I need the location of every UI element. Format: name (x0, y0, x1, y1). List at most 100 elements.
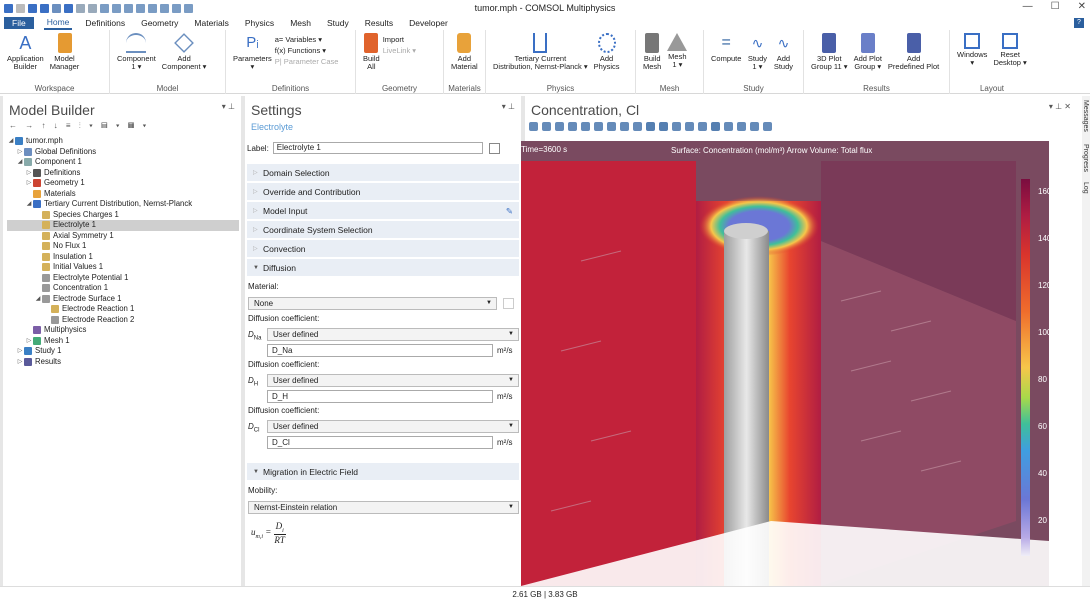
material-select[interactable]: None ▼ (248, 297, 497, 310)
delete-icon[interactable] (136, 3, 145, 13)
section-migration[interactable]: ▼ Migration in Electric Field (247, 463, 519, 481)
save-as-icon[interactable] (52, 3, 61, 13)
chart-icon[interactable] (172, 3, 181, 13)
tree-node[interactable]: ▷ Results (7, 357, 239, 368)
copy-icon[interactable] (100, 3, 109, 13)
tree-expand-icon[interactable]: ▷ (25, 168, 33, 179)
enable-icon[interactable] (148, 3, 157, 13)
tree-expand-icon[interactable]: ▷ (25, 336, 33, 347)
camera-icon[interactable] (750, 121, 759, 131)
tree-node[interactable]: ◢ Tertiary Current Distribution, Nernst-P… (7, 199, 239, 210)
tree-expand-icon[interactable]: ◢ (25, 199, 33, 210)
functions-button[interactable]: f(x) Functions ▾ (275, 46, 339, 55)
settings-section[interactable]: ▷ Convection (247, 240, 519, 258)
tree-expand-icon[interactable]: ◢ (7, 136, 15, 147)
zoom-in-icon[interactable] (529, 121, 538, 131)
lock-icon[interactable] (724, 121, 733, 131)
diffusion-option-select[interactable]: User defined ▼ (267, 374, 519, 387)
select-domain-icon[interactable] (659, 121, 668, 131)
tree-node[interactable]: Species Charges 1 (7, 210, 239, 221)
open-file-icon[interactable] (28, 3, 37, 13)
menu-mesh[interactable]: Mesh (287, 17, 314, 29)
label-field[interactable]: Electrolyte 1 (272, 142, 483, 154)
tree-node[interactable]: Materials (7, 189, 239, 200)
scene-light-icon[interactable] (737, 121, 746, 131)
tree-expand-icon[interactable]: ▷ (16, 346, 24, 357)
progress-tab[interactable]: Progress (1082, 144, 1089, 172)
model-builder-toolbar[interactable]: ← → ↑ ↓ ≡ ⫶ ▾ ▤ ▾ ▦ ▾ (9, 121, 149, 131)
import-button[interactable]: Import (383, 35, 416, 44)
tree-node[interactable]: ▷ Geometry 1 (7, 178, 239, 189)
tree-node[interactable]: ▷ Definitions (7, 168, 239, 179)
tree-node[interactable]: Electrolyte Potential 1 (7, 273, 239, 284)
view-zx-icon[interactable] (620, 121, 629, 131)
diffusion-value-field[interactable]: D_Cl (267, 436, 493, 449)
variables-button[interactable]: a= Variables ▾ (275, 35, 339, 44)
tree-node[interactable]: Electrode Reaction 2 (7, 315, 239, 326)
clear-selection-icon[interactable] (698, 121, 707, 131)
duplicate-icon[interactable] (124, 3, 133, 13)
help-button[interactable]: ? (1074, 18, 1084, 28)
model-input-pin-icon[interactable]: ✎ (506, 202, 513, 220)
diffusion-option-select[interactable]: User defined ▼ (267, 420, 519, 433)
tree-node[interactable]: No Flux 1 (7, 241, 239, 252)
close-button[interactable]: ✕ (1078, 1, 1086, 12)
parameter-case-button[interactable]: P| Parameter Case (275, 57, 339, 66)
axes-icon[interactable] (581, 121, 590, 131)
pane-menu-icon[interactable]: ▾ ⊥ (222, 102, 235, 111)
tree-expand-icon[interactable]: ▷ (16, 357, 24, 368)
disable-icon[interactable] (160, 3, 169, 13)
tree-node[interactable]: ◢ tumor.mph (7, 136, 239, 147)
transparency-icon[interactable] (711, 121, 720, 131)
log-tab[interactable]: Log (1082, 182, 1089, 194)
tree-node[interactable]: ▷ Mesh 1 (7, 336, 239, 347)
menu-definitions[interactable]: Definitions (82, 17, 128, 29)
tree-expand-icon[interactable]: ◢ (34, 294, 42, 305)
messages-tab[interactable]: Messages (1082, 100, 1089, 132)
select-box-icon[interactable] (672, 121, 681, 131)
mobility-select[interactable]: Nernst-Einstein relation ▼ (248, 501, 519, 514)
undo-icon[interactable] (76, 3, 85, 13)
new-file-icon[interactable] (16, 3, 25, 13)
graphics-canvas[interactable]: Time=3600 s Surface: Concentration (mol/… (521, 141, 1049, 586)
tree-node[interactable]: Electrolyte 1 (7, 220, 239, 231)
menu-study[interactable]: Study (324, 17, 352, 29)
tree-expand-icon[interactable]: ◢ (16, 157, 24, 168)
tree-node[interactable]: Initial Values 1 (7, 262, 239, 273)
diffusion-value-field[interactable]: D_H (267, 390, 493, 403)
maximize-button[interactable]: ☐ (1051, 1, 1060, 12)
settings-section[interactable]: ▷ Override and Contribution (247, 183, 519, 201)
tree-node[interactable]: ◢ Electrode Surface 1 (7, 294, 239, 305)
settings-section[interactable]: ▷ Coordinate System Selection (247, 221, 519, 239)
menu-physics[interactable]: Physics (242, 17, 277, 29)
pane-menu-icon[interactable]: ▾ ⊥ (502, 102, 515, 111)
label-reset-icon[interactable] (488, 142, 500, 154)
menu-home[interactable]: Home (43, 16, 73, 30)
more-icon[interactable] (184, 3, 193, 13)
diffusion-option-select[interactable]: User defined ▼ (267, 328, 519, 341)
settings-section[interactable]: ▷ Domain Selection (247, 164, 519, 182)
menu-file[interactable]: File (4, 17, 34, 29)
diffusion-value-field[interactable]: D_Na (267, 344, 493, 357)
section-diffusion[interactable]: ▼ Diffusion (247, 259, 519, 277)
zoom-out-icon[interactable] (542, 121, 551, 131)
minimize-button[interactable]: — (1023, 1, 1033, 12)
select-mode-icon[interactable] (646, 121, 655, 131)
view-xy-icon[interactable] (594, 121, 603, 131)
rotate-icon[interactable] (633, 121, 642, 131)
tree-node[interactable]: ▷ Global Definitions (7, 147, 239, 158)
pane-menu-icon[interactable]: ▾ ⊥ ✕ (1049, 102, 1071, 111)
paste-icon[interactable] (112, 3, 121, 13)
tree-node[interactable]: Concentration 1 (7, 283, 239, 294)
zoom-extents-icon[interactable] (568, 121, 577, 131)
save-icon[interactable] (40, 3, 49, 13)
tree-expand-icon[interactable]: ▷ (16, 147, 24, 158)
menu-results[interactable]: Results (362, 17, 396, 29)
tree-node[interactable]: Insulation 1 (7, 252, 239, 263)
menu-geometry[interactable]: Geometry (138, 17, 181, 29)
print-icon[interactable] (763, 121, 772, 131)
menu-developer[interactable]: Developer (406, 17, 451, 29)
tree-node[interactable]: ▷ Study 1 (7, 346, 239, 357)
tree-node[interactable]: ◢ Component 1 (7, 157, 239, 168)
zoom-box-icon[interactable] (555, 121, 564, 131)
